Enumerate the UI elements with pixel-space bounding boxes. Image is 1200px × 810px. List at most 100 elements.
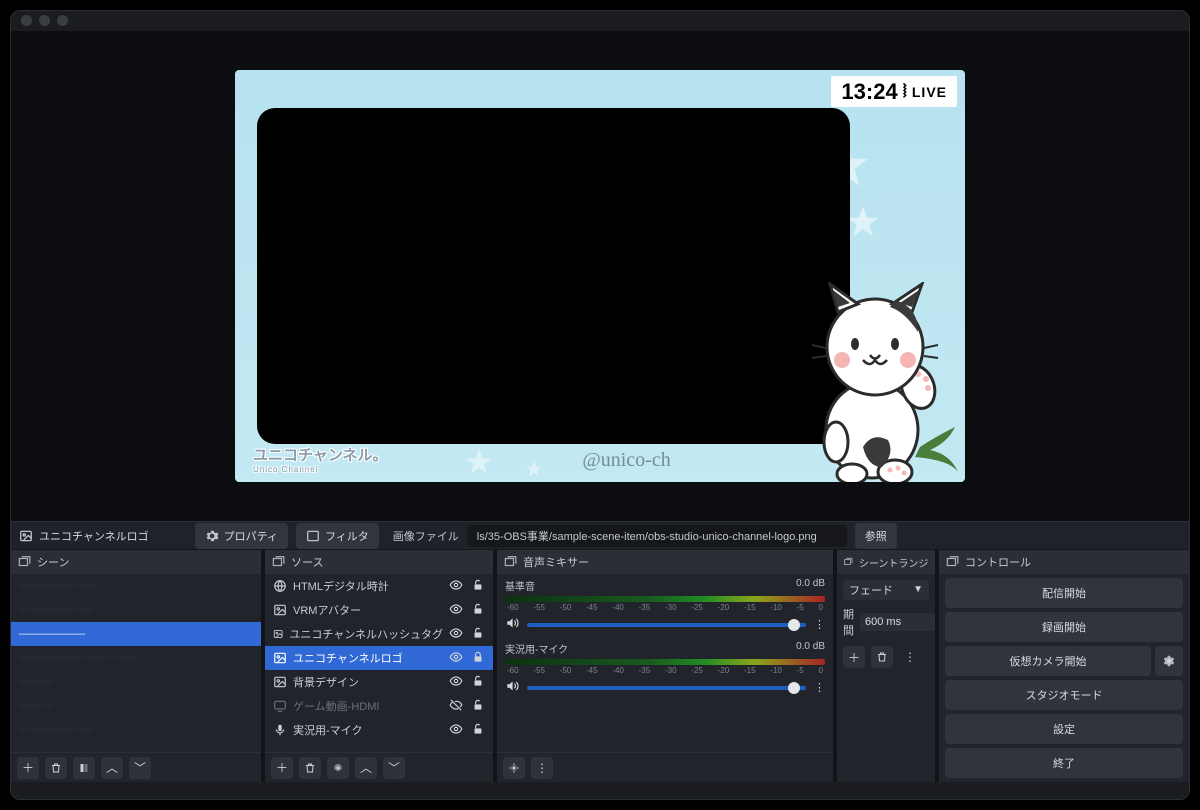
source-label: 実況用-マイク bbox=[293, 722, 362, 738]
source-item[interactable]: 背景デザイン bbox=[265, 670, 493, 694]
channel-db: 0.0 dB bbox=[796, 641, 825, 656]
delete-scene-button[interactable] bbox=[45, 757, 67, 779]
exit-button[interactable]: 終了 bbox=[945, 748, 1183, 778]
filters-label: フィルタ bbox=[325, 528, 369, 544]
source-settings-button[interactable] bbox=[327, 757, 349, 779]
sources-footer: ＋ ︿ ﹀ bbox=[265, 752, 493, 782]
mixer-title: 音声ミキサー bbox=[523, 554, 589, 570]
speaker-icon[interactable] bbox=[505, 679, 519, 696]
visibility-toggle[interactable] bbox=[449, 722, 463, 739]
source-item[interactable]: ユニコチャンネルロゴ bbox=[265, 646, 493, 670]
browse-button[interactable]: 参照 bbox=[855, 523, 897, 549]
virtual-camera-settings-button[interactable] bbox=[1155, 646, 1183, 676]
scene-filter-button[interactable] bbox=[73, 757, 95, 779]
scene-item[interactable]: –––– – bbox=[11, 694, 261, 718]
source-item[interactable]: HTMLデジタル時計 bbox=[265, 574, 493, 598]
transition-more-button[interactable]: ⋮ bbox=[899, 646, 921, 668]
meter-ticks: -60-55-50-45-40-35-30-25-20-15-10-50 bbox=[505, 666, 825, 675]
channel-more-button[interactable]: ⋮ bbox=[814, 681, 825, 694]
controls-header: コントロール bbox=[939, 550, 1189, 574]
source-label: HTMLデジタル時計 bbox=[293, 578, 389, 594]
channel-logo: ユニコチャンネル。 Unico Channel bbox=[253, 444, 388, 474]
scene-item[interactable]: —————— ––– – ––– bbox=[11, 646, 261, 670]
maximize-window-icon[interactable] bbox=[57, 15, 68, 26]
scene-item[interactable]: —————— bbox=[11, 622, 261, 646]
scenes-list[interactable]: ————— –––– ———— –––———————————— ––– – ––… bbox=[11, 574, 261, 752]
lock-toggle[interactable] bbox=[471, 650, 485, 667]
scenes-title: シーン bbox=[37, 554, 69, 570]
delete-source-button[interactable] bbox=[299, 757, 321, 779]
scene-down-button[interactable]: ﹀ bbox=[129, 757, 151, 779]
source-item[interactable]: ゲーム動画-HDMI bbox=[265, 694, 493, 718]
sources-list[interactable]: HTMLデジタル時計 VRMアバターユニコチャンネルハッシュタグユニコチャンネルロ… bbox=[265, 574, 493, 752]
live-text: LIVE bbox=[912, 84, 947, 100]
start-record-button[interactable]: 録画開始 bbox=[945, 612, 1183, 642]
dock-icon bbox=[843, 555, 853, 569]
channel-name: 基準音 bbox=[505, 578, 535, 593]
speaker-icon[interactable] bbox=[505, 616, 519, 633]
controls-body: 配信開始 録画開始 仮想カメラ開始 スタジオモード 設定 終了 bbox=[939, 574, 1189, 782]
minimize-window-icon[interactable] bbox=[39, 15, 50, 26]
visibility-toggle[interactable] bbox=[449, 698, 463, 715]
mixer-settings-button[interactable] bbox=[503, 757, 525, 779]
start-stream-button[interactable]: 配信開始 bbox=[945, 578, 1183, 608]
close-window-icon[interactable] bbox=[21, 15, 32, 26]
volume-slider[interactable] bbox=[527, 623, 806, 627]
volume-slider[interactable] bbox=[527, 686, 806, 690]
dock-icon bbox=[271, 555, 285, 569]
globe-icon bbox=[273, 579, 287, 593]
source-label: ユニコチャンネルロゴ bbox=[293, 650, 403, 666]
properties-button[interactable]: プロパティ bbox=[195, 523, 288, 549]
visibility-toggle[interactable] bbox=[449, 650, 463, 667]
source-up-button[interactable]: ︿ bbox=[355, 757, 377, 779]
visibility-toggle[interactable] bbox=[449, 626, 463, 643]
source-label: ゲーム動画-HDMI bbox=[293, 698, 379, 714]
mixer-footer: ⋮ bbox=[497, 752, 833, 782]
settings-button[interactable]: 設定 bbox=[945, 714, 1183, 744]
source-item[interactable]: VRMアバター bbox=[265, 598, 493, 622]
logo-line1: ユニコチャンネル。 bbox=[253, 447, 388, 464]
lock-toggle[interactable] bbox=[471, 578, 485, 595]
dock-row: シーン ————— –––– ———— –––———————————— ––– … bbox=[11, 550, 1189, 782]
virtual-camera-button[interactable]: 仮想カメラ開始 bbox=[945, 646, 1151, 676]
lock-toggle[interactable] bbox=[471, 626, 485, 643]
source-label: 背景デザイン bbox=[293, 674, 359, 690]
image-icon bbox=[273, 603, 287, 617]
gear-icon bbox=[205, 529, 219, 543]
add-scene-button[interactable]: ＋ bbox=[17, 757, 39, 779]
studio-mode-button[interactable]: スタジオモード bbox=[945, 680, 1183, 710]
add-transition-button[interactable]: ＋ bbox=[843, 646, 865, 668]
file-path-input[interactable] bbox=[467, 525, 847, 547]
lock-toggle[interactable] bbox=[471, 602, 485, 619]
delete-transition-button[interactable] bbox=[871, 646, 893, 668]
display-icon bbox=[273, 699, 287, 713]
scene-item[interactable]: – ———— ––– bbox=[11, 598, 261, 622]
source-down-button[interactable]: ﹀ bbox=[383, 757, 405, 779]
status-bar bbox=[11, 782, 1189, 799]
duration-input[interactable] bbox=[860, 613, 935, 631]
source-toolbar: ユニコチャンネルロゴ プロパティ フィルタ 画像ファイル 参照 bbox=[11, 521, 1189, 550]
chevron-down-icon: ▼ bbox=[913, 584, 923, 595]
visibility-toggle[interactable] bbox=[449, 578, 463, 595]
add-source-button[interactable]: ＋ bbox=[271, 757, 293, 779]
filters-button[interactable]: フィルタ bbox=[296, 523, 379, 549]
channel-more-button[interactable]: ⋮ bbox=[814, 618, 825, 631]
visibility-toggle[interactable] bbox=[449, 674, 463, 691]
scene-up-button[interactable]: ︿ bbox=[101, 757, 123, 779]
visibility-toggle[interactable] bbox=[449, 602, 463, 619]
scene-item[interactable]: –– ––– bbox=[11, 670, 261, 694]
lock-toggle[interactable] bbox=[471, 722, 485, 739]
preview-canvas[interactable]: 13:24 ⧘ LIVE ユニコチャンネル。 Unico Channel @un… bbox=[235, 70, 965, 482]
preview-area[interactable]: 13:24 ⧘ LIVE ユニコチャンネル。 Unico Channel @un… bbox=[11, 31, 1189, 521]
lock-toggle[interactable] bbox=[471, 674, 485, 691]
mixer-more-button[interactable]: ⋮ bbox=[531, 757, 553, 779]
file-label: 画像ファイル bbox=[393, 528, 459, 544]
scene-item[interactable]: – ———— ––– bbox=[11, 718, 261, 742]
lock-toggle[interactable] bbox=[471, 698, 485, 715]
scene-item[interactable]: ————— ––– bbox=[11, 574, 261, 598]
mixer-channel: 基準音0.0 dB-60-55-50-45-40-35-30-25-20-15-… bbox=[497, 574, 833, 637]
scenes-dock: シーン ————— –––– ———— –––———————————— ––– … bbox=[11, 550, 261, 782]
source-item[interactable]: 実況用-マイク bbox=[265, 718, 493, 742]
source-item[interactable]: ユニコチャンネルハッシュタグ bbox=[265, 622, 493, 646]
source-label: VRMアバター bbox=[293, 602, 361, 618]
